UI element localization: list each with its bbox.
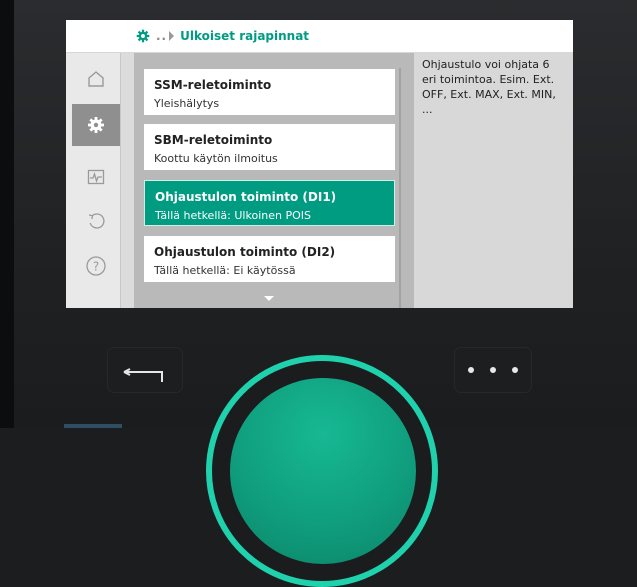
menu-item-title: Ohjaustulon toiminto (DI2) (154, 245, 336, 259)
diagnostics-icon (87, 169, 105, 185)
dot-icon (468, 367, 474, 373)
breadcrumb-ellipsis: .. (156, 29, 168, 43)
dot-icon (490, 367, 496, 373)
menu-item-control-input-di2[interactable]: Ohjaustulon toiminto (DI2) Tällä hetkell… (144, 236, 395, 282)
back-button[interactable] (108, 348, 182, 392)
info-text: Ohjaustulo voi ohjata 6 eri toimintoa. E… (422, 58, 556, 116)
sidebar-rail (120, 20, 135, 308)
menu-item-subtitle: Tällä hetkellä: Ulkoinen POIS (155, 209, 311, 222)
menu-list: SSM-reletoiminto Yleishälytys SBM-releto… (134, 53, 414, 308)
display-screen: ? .. Ulkoiset rajapinnat SSM-reletoimint… (66, 20, 573, 308)
back-arrow-icon (123, 368, 163, 382)
menu-item-title: SSM-reletoiminto (154, 78, 272, 92)
sidebar: ? (66, 20, 135, 308)
svg-text:?: ? (93, 260, 99, 274)
device-edge (0, 0, 14, 428)
menu-item-ssm-relay[interactable]: SSM-reletoiminto Yleishälytys (144, 69, 395, 115)
menu-item-sbm-relay[interactable]: SBM-reletoiminto Koottu käytön ilmoitus (144, 124, 395, 170)
control-knob[interactable] (230, 378, 416, 564)
sidebar-item-diagnostics[interactable] (72, 156, 120, 198)
sidebar-item-help[interactable]: ? (72, 245, 120, 287)
menu-item-title: SBM-reletoiminto (154, 133, 273, 147)
undo-icon (88, 213, 105, 229)
dot-icon (512, 367, 518, 373)
breadcrumb-arrow-icon (169, 31, 175, 41)
gear-icon (136, 29, 150, 43)
menu-item-title: Ohjaustulon toiminto (DI1) (155, 190, 337, 204)
scrollbar[interactable] (399, 68, 401, 308)
menu-item-subtitle: Koottu käytön ilmoitus (154, 152, 278, 165)
menu-item-control-input-di1[interactable]: Ohjaustulon toiminto (DI1) Tällä hetkell… (144, 180, 395, 226)
title-bar: .. Ulkoiset rajapinnat (66, 20, 573, 53)
help-icon: ? (86, 256, 106, 276)
menu-item-subtitle: Tällä hetkellä: Ei käytössä (154, 264, 296, 277)
scroll-down-arrow-icon (264, 296, 274, 301)
info-panel: Ohjaustulo voi ohjata 6 eri toimintoa. E… (414, 53, 573, 308)
menu-item-subtitle: Yleishälytys (154, 97, 220, 110)
home-icon (88, 71, 104, 87)
sidebar-item-home[interactable] (72, 58, 120, 100)
sidebar-item-settings[interactable] (72, 104, 120, 146)
gear-icon (88, 117, 104, 133)
context-menu-button[interactable] (455, 348, 531, 392)
page-title: Ulkoiset rajapinnat (180, 29, 310, 43)
sidebar-item-restore[interactable] (72, 200, 120, 242)
bottom-indicator (64, 424, 122, 428)
